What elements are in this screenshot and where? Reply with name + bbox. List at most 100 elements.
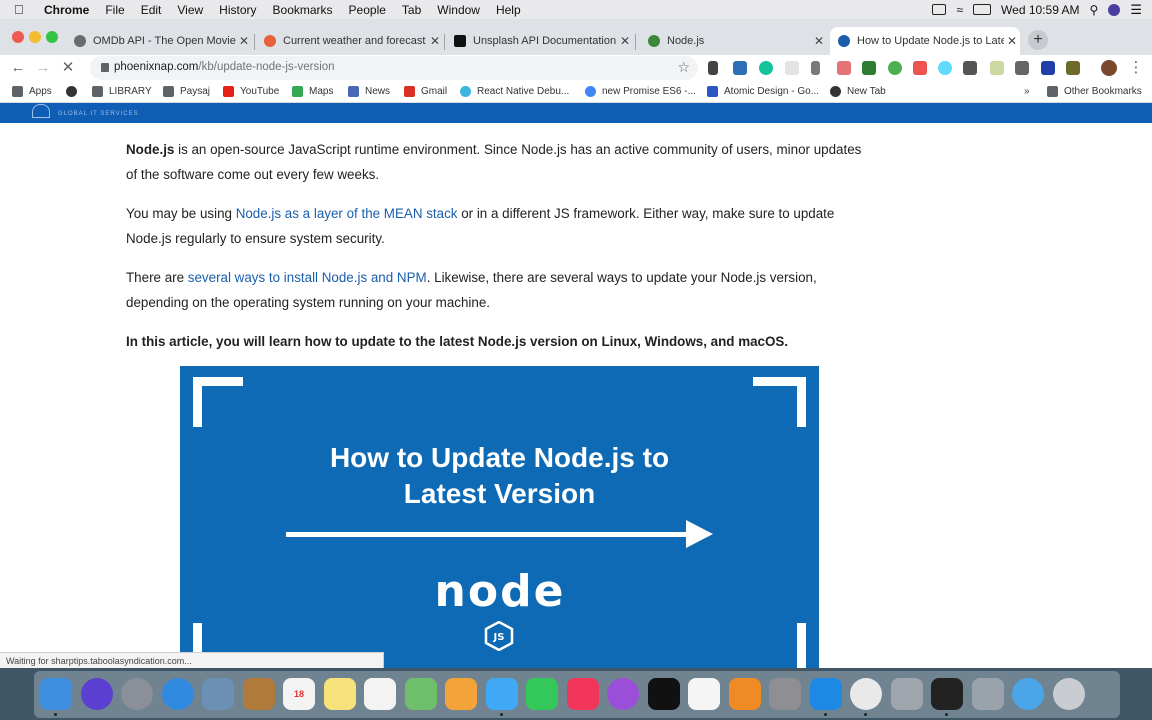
close-tab-icon[interactable]: ✕ bbox=[617, 34, 633, 48]
phoenixnap-logo-icon[interactable] bbox=[32, 104, 50, 118]
download-extension-icon[interactable] bbox=[862, 61, 876, 75]
bookmark-maps[interactable]: Maps bbox=[292, 86, 333, 97]
chrome-dock-icon[interactable] bbox=[850, 678, 882, 710]
address-bar[interactable]: phoenixnap.com/kb/update-node-js-version… bbox=[90, 56, 698, 80]
menu-view[interactable]: View bbox=[177, 3, 203, 17]
menu-help[interactable]: Help bbox=[496, 3, 521, 17]
messages-1-dock-icon[interactable] bbox=[485, 678, 518, 710]
tab-unsplash[interactable]: Unsplash API Documentation | F ✕ bbox=[446, 27, 633, 55]
grammarly-extension-icon[interactable] bbox=[759, 61, 773, 75]
tv-dock-icon[interactable] bbox=[647, 678, 680, 710]
menu-window[interactable]: Window bbox=[437, 3, 480, 17]
notefile-dock-icon[interactable] bbox=[242, 678, 275, 710]
bookmark-new-promise[interactable]: new Promise ES6 -... bbox=[585, 86, 696, 97]
menu-app-name[interactable]: Chrome bbox=[44, 3, 89, 17]
calendar-extension-icon[interactable] bbox=[837, 61, 851, 75]
table-extension-icon[interactable] bbox=[990, 61, 1004, 75]
tab-phoenixnap-active[interactable]: How to Update Node.js to Lates ✕ bbox=[830, 27, 1020, 55]
menu-edit[interactable]: Edit bbox=[141, 3, 162, 17]
podcasts-dock-icon[interactable] bbox=[607, 678, 639, 710]
filter-extension-icon[interactable] bbox=[1015, 61, 1029, 75]
reminders-dock-icon[interactable] bbox=[364, 678, 396, 710]
siri-status-icon[interactable] bbox=[1108, 3, 1121, 16]
back-button[interactable]: ← bbox=[8, 58, 28, 78]
news-dock-icon[interactable] bbox=[688, 678, 720, 710]
finder-dock-icon[interactable] bbox=[40, 678, 72, 710]
palette-extension-icon[interactable] bbox=[913, 61, 927, 75]
menu-file[interactable]: File bbox=[105, 3, 124, 17]
check-extension-icon[interactable] bbox=[888, 61, 902, 75]
forward-button[interactable]: → bbox=[33, 58, 53, 78]
music-dock-icon[interactable] bbox=[566, 678, 599, 710]
mean-stack-link[interactable]: Node.js as a layer of the MEAN stack bbox=[236, 206, 458, 221]
pen-extension-icon[interactable] bbox=[708, 61, 718, 75]
intro-paragraph: Node.js is an open-source JavaScript run… bbox=[126, 137, 866, 187]
screen-mirroring-icon[interactable] bbox=[932, 4, 947, 15]
chrome-menu-icon[interactable]: ⋮ bbox=[1126, 58, 1146, 78]
notes-dock-icon[interactable] bbox=[323, 678, 356, 710]
bookmark-library-folder[interactable]: LIBRARY bbox=[92, 86, 152, 97]
install-nodejs-npm-link[interactable]: several ways to install Node.js and NPM bbox=[188, 270, 427, 285]
bookmark-atomic-design[interactable]: Atomic Design - Go... bbox=[707, 86, 819, 97]
zoom-window-button[interactable] bbox=[46, 31, 58, 43]
code-extension-icon[interactable] bbox=[963, 61, 977, 75]
bookmark-news[interactable]: News bbox=[348, 86, 390, 97]
bookmark-paysaj-folder[interactable]: Paysaj bbox=[163, 86, 210, 97]
lock-icon[interactable] bbox=[101, 63, 109, 72]
bookmark-new-tab[interactable]: New Tab bbox=[830, 86, 886, 97]
terminal-dock-icon[interactable] bbox=[931, 678, 963, 710]
safari-dock-icon[interactable] bbox=[161, 678, 194, 710]
tab-omdb[interactable]: OMDb API - The Open Movie Da ✕ bbox=[66, 27, 252, 55]
trash-dock-icon[interactable] bbox=[1052, 678, 1085, 710]
photo-booth-dock-icon[interactable] bbox=[890, 678, 923, 710]
maps-dock-icon[interactable] bbox=[404, 678, 437, 710]
puzzle-extension-icon[interactable] bbox=[1066, 61, 1080, 75]
close-tab-icon[interactable]: ✕ bbox=[811, 34, 827, 48]
menu-bookmarks[interactable]: Bookmarks bbox=[273, 3, 333, 17]
wifi-icon[interactable]: ≈ bbox=[956, 3, 963, 17]
menu-history[interactable]: History bbox=[219, 3, 256, 17]
tab-weather[interactable]: Current weather and forecast - ( ✕ bbox=[256, 27, 443, 55]
close-window-button[interactable] bbox=[12, 31, 24, 43]
notification-center-icon[interactable]: ☰ bbox=[1130, 2, 1142, 18]
blank-extension-icon[interactable] bbox=[785, 61, 799, 75]
stop-loading-button[interactable]: ✕ bbox=[58, 58, 78, 78]
menu-tab[interactable]: Tab bbox=[402, 3, 421, 17]
bookmark-youtube[interactable]: YouTube bbox=[223, 86, 279, 97]
vscode-dock-icon[interactable] bbox=[809, 678, 842, 710]
refresh-extension-icon[interactable] bbox=[733, 61, 747, 75]
new-tab-button[interactable]: + bbox=[1028, 30, 1048, 50]
photos-dock-icon[interactable] bbox=[445, 678, 477, 710]
bookmarks-overflow-button[interactable]: » bbox=[1024, 86, 1030, 97]
react-devtools-extension-icon[interactable] bbox=[938, 61, 952, 75]
clock[interactable]: Wed 10:59 AM bbox=[1001, 3, 1080, 17]
launchpad-dock-icon[interactable] bbox=[121, 678, 153, 710]
bookmark-react-native-debugger[interactable]: React Native Debu... bbox=[460, 86, 569, 97]
facetime-dock-icon[interactable] bbox=[526, 678, 558, 710]
folder-dock-icon[interactable] bbox=[1012, 678, 1044, 710]
battery-icon[interactable] bbox=[973, 4, 992, 15]
minimize-window-button[interactable] bbox=[29, 31, 41, 43]
archive-dock-icon[interactable] bbox=[971, 678, 1004, 710]
bookmark-gmail[interactable]: Gmail bbox=[404, 86, 447, 97]
system-preferences-dock-icon[interactable] bbox=[769, 678, 801, 710]
preview-dock-icon[interactable] bbox=[202, 678, 234, 710]
bookmark-star-icon[interactable]: ☆ bbox=[677, 59, 690, 76]
close-tab-icon[interactable]: ✕ bbox=[427, 34, 443, 48]
siri-dock-icon[interactable] bbox=[80, 678, 113, 710]
calendar-dock-icon[interactable]: 18 bbox=[283, 678, 315, 710]
spotlight-icon[interactable]: ⚲ bbox=[1090, 3, 1099, 17]
bookmark-globe[interactable] bbox=[66, 86, 83, 97]
dropper-extension-icon[interactable] bbox=[811, 61, 820, 75]
apple-icon[interactable]:  bbox=[14, 2, 36, 17]
books-dock-icon[interactable] bbox=[728, 678, 761, 710]
menu-people[interactable]: People bbox=[349, 3, 386, 17]
ps-extension-icon[interactable] bbox=[1041, 61, 1055, 75]
profile-avatar[interactable] bbox=[1101, 60, 1117, 76]
other-bookmarks-folder[interactable]: Other Bookmarks bbox=[1047, 86, 1142, 97]
tab-nodejs[interactable]: Node.js ✕ bbox=[640, 27, 827, 55]
bookmark-apps[interactable]: Apps bbox=[12, 86, 52, 97]
close-tab-icon[interactable]: ✕ bbox=[1004, 34, 1020, 48]
url-text[interactable]: phoenixnap.com/kb/update-node-js-version bbox=[114, 61, 335, 73]
close-tab-icon[interactable]: ✕ bbox=[236, 34, 252, 48]
